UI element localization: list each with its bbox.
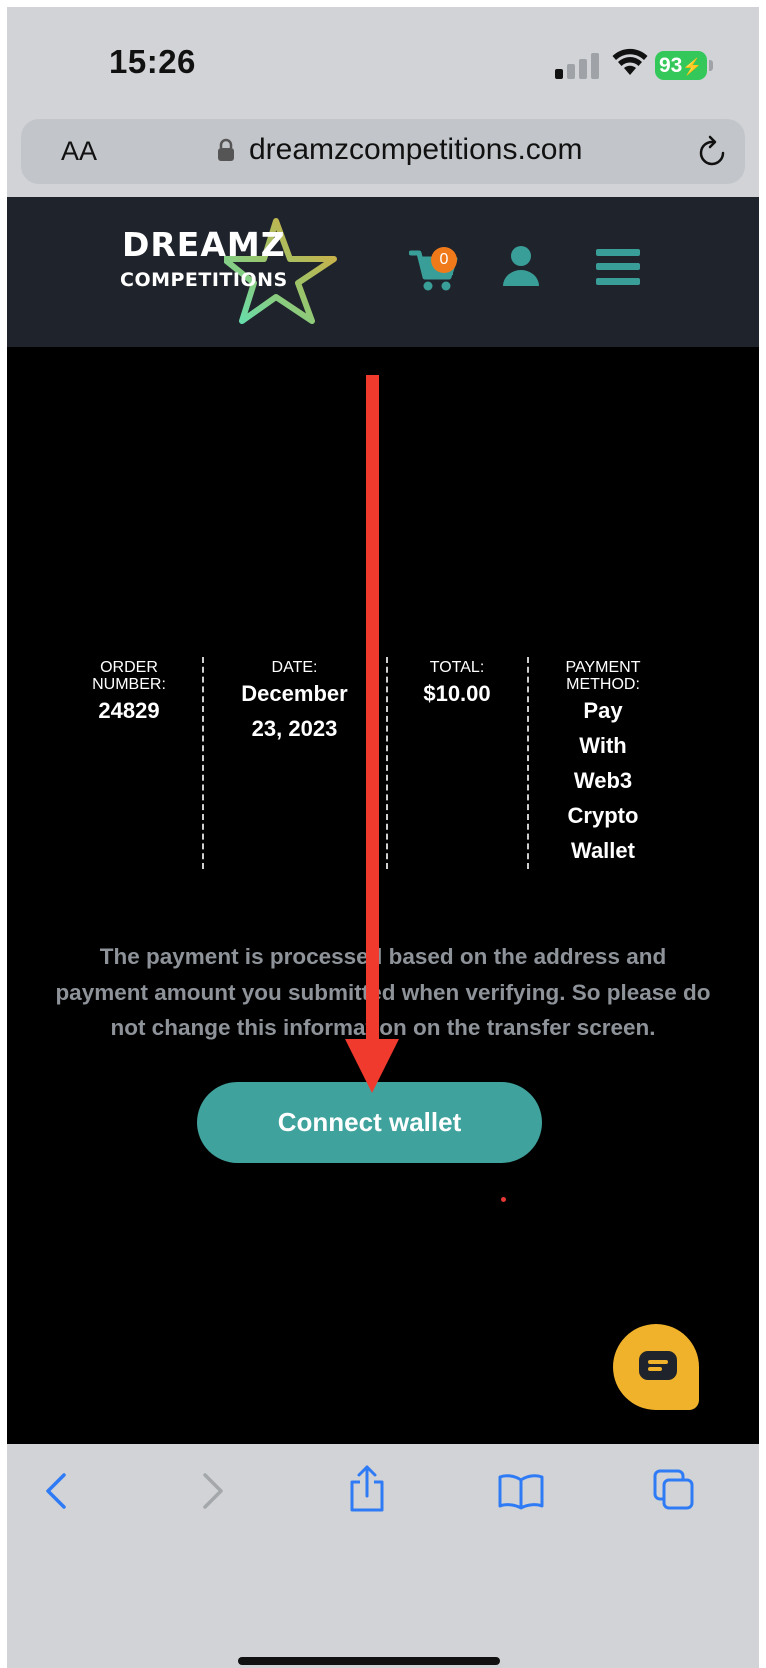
payment-method-label: PAYMENT METHOD:	[565, 659, 641, 693]
battery-level: 93	[659, 54, 683, 77]
cellular-signal-icon	[555, 53, 601, 79]
red-dot-marker	[501, 1197, 506, 1202]
payment-method-value-line: Pay	[583, 698, 623, 723]
cart-count-badge: 0	[431, 247, 457, 273]
payment-method-value-line: Crypto	[567, 803, 639, 828]
payment-method-value-line: Web3	[573, 768, 633, 793]
payment-notice: The payment is processed based on the ad…	[19, 939, 747, 1046]
column-divider	[386, 657, 388, 869]
payment-method-value-line: Wallet	[571, 838, 635, 863]
text-size-button[interactable]: AA	[61, 136, 97, 167]
order-number-value: 24829	[98, 698, 160, 723]
chevron-left-icon[interactable]	[42, 1472, 72, 1510]
order-date-column: DATE: December 23, 2023	[227, 659, 362, 746]
browser-toolbar	[7, 1444, 759, 1668]
status-time: 15:26	[109, 43, 196, 80]
battery-icon: 93⚡	[655, 51, 713, 80]
hamburger-menu-icon[interactable]	[596, 249, 640, 285]
address-bar[interactable]: AA dreamzcompetitions.com	[21, 119, 745, 184]
column-divider	[527, 657, 529, 869]
payment-notice-line: The payment is processed based on the ad…	[99, 944, 667, 969]
phone-screen: 15:26 93⚡ AA dreamzcompetitions.com DREA…	[7, 7, 759, 1668]
order-date-value-line2: 23, 2023	[251, 716, 338, 741]
reload-icon[interactable]	[698, 135, 728, 167]
url-text[interactable]: dreamzcompetitions.com	[249, 133, 582, 167]
tabs-icon[interactable]	[652, 1468, 696, 1512]
lock-icon	[218, 138, 234, 161]
site-logo[interactable]: DREAMZ COMPETITIONS	[112, 217, 342, 327]
order-confirmation-content: ORDER NUMBER: 24829 DATE: December 23, 2…	[7, 347, 759, 1444]
logo-text-dreamz: DREAMZ	[122, 225, 286, 264]
order-total-column: TOTAL: $10.00	[407, 659, 507, 711]
red-arrow-annotation	[366, 375, 379, 1055]
payment-notice-line: payment amount you submitted when verify…	[55, 979, 711, 1005]
wifi-icon	[612, 48, 648, 75]
order-date-value-line1: December	[241, 681, 348, 706]
column-divider	[202, 657, 204, 869]
red-arrow-head	[345, 1039, 399, 1093]
chevron-right-icon[interactable]	[197, 1472, 227, 1510]
order-number-column: ORDER NUMBER: 24829	[79, 659, 179, 728]
logo-text-competitions: COMPETITIONS	[120, 269, 288, 291]
order-total-label: TOTAL:	[429, 659, 485, 676]
book-icon[interactable]	[497, 1472, 545, 1510]
site-header: DREAMZ COMPETITIONS 0	[7, 197, 759, 347]
chat-widget-button[interactable]	[613, 1324, 699, 1410]
order-date-label: DATE:	[271, 659, 318, 676]
connect-wallet-button[interactable]: Connect wallet	[197, 1082, 542, 1163]
home-indicator	[238, 1657, 500, 1665]
chat-icon	[639, 1351, 677, 1380]
status-bar: 15:26 93⚡	[7, 7, 759, 112]
text-size-label: AA	[61, 136, 98, 166]
payment-method-value-line: With	[579, 733, 627, 758]
share-icon[interactable]	[347, 1464, 387, 1514]
order-total-value: $10.00	[423, 681, 491, 706]
payment-method-column: PAYMENT METHOD: Pay With Web3 Crypto Wal…	[553, 659, 653, 868]
user-account-icon[interactable]	[500, 245, 542, 287]
order-number-label: ORDER NUMBER:	[92, 659, 166, 693]
